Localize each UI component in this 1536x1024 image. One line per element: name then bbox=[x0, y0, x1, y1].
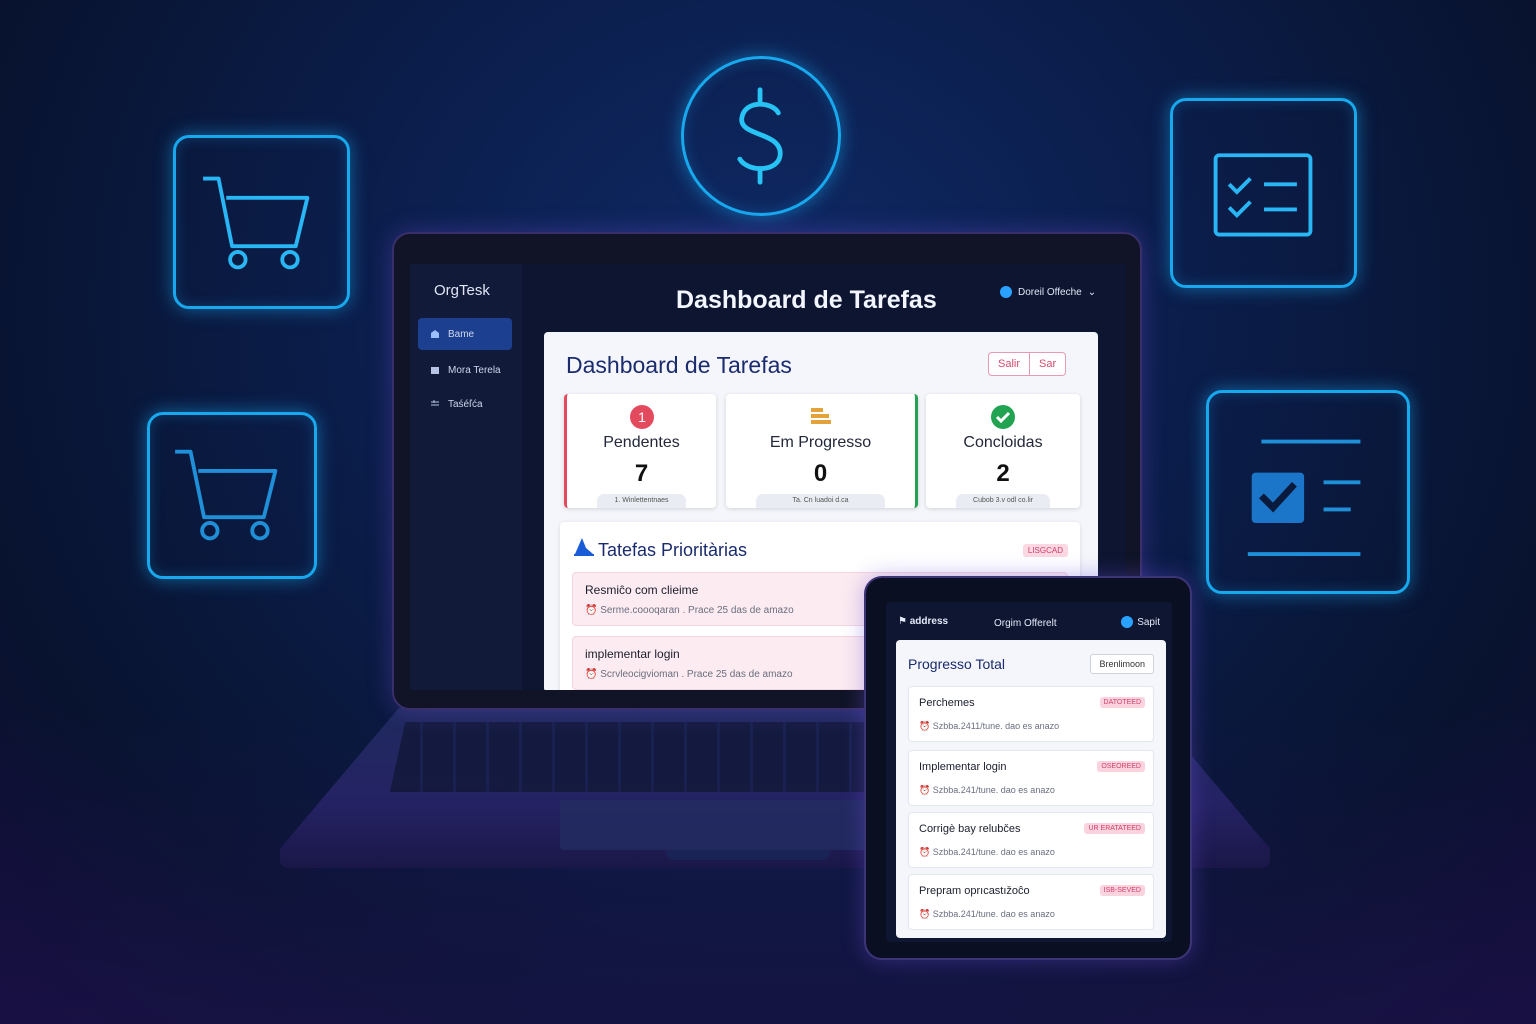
stat-label: Em Progresso bbox=[769, 434, 872, 451]
stat-footnote: Cubob 3.v odl co.lir bbox=[956, 494, 1050, 508]
task-meta: ⏰ Szbba.2411/tune. dao es anazo bbox=[919, 721, 1059, 732]
sidebar-item-label: Taśéľća bbox=[448, 398, 483, 410]
task-meta-text: Szbba.241/tune. dao es anazo bbox=[932, 847, 1055, 857]
list-item[interactable]: Prepram oprıcastıžoĉo ISB-SEVED ⏰ Szbba.… bbox=[908, 874, 1154, 930]
user-menu[interactable]: Doreil Offeche ⌄ bbox=[1000, 286, 1096, 298]
stat-card-in-progress[interactable]: Em Progresso 0 Ta. Cn luadoi d.ca bbox=[726, 394, 918, 508]
stack-icon bbox=[808, 404, 834, 430]
checkbox-icon bbox=[1206, 390, 1410, 594]
task-meta: ⏰ Szbba.241/tune. dao es anazo bbox=[919, 785, 1055, 796]
status-badge: ISB-SEVED bbox=[1099, 885, 1145, 896]
task-meta-text: Szbba.241/tune. dao es anazo bbox=[932, 909, 1055, 919]
stat-footnote: Ta. Cn luadoi d.ca bbox=[756, 494, 885, 508]
clock-icon: ⏰ bbox=[919, 847, 931, 857]
task-title: Prepram oprıcastıžoĉo bbox=[919, 885, 1030, 897]
sidebar-item-new-task[interactable]: Mora Terela bbox=[418, 354, 512, 386]
sidebar-item-tasks[interactable]: Taśéľća bbox=[418, 388, 512, 420]
progress-title: Progresso Total bbox=[908, 656, 1006, 672]
stat-label: Concloidas bbox=[963, 434, 1043, 451]
shopping-cart-icon bbox=[173, 135, 350, 309]
status-badge: OSEOREED bbox=[1097, 761, 1145, 772]
task-title: Resmiĉo com clieime bbox=[585, 583, 699, 597]
alert-number-icon: 1 bbox=[629, 404, 655, 430]
laptop-notch bbox=[666, 850, 830, 860]
task-meta-text: Szbba.241/tune. dao es anazo bbox=[932, 785, 1055, 795]
folder-icon bbox=[430, 365, 440, 375]
task-meta: ⏰ Scrvleocigvioman . Prace 25 das de ama… bbox=[585, 669, 793, 680]
stat-card-pending[interactable]: 1 Pendentes 7 1. Winlettentnaes bbox=[564, 394, 716, 508]
stat-value: 0 bbox=[813, 460, 828, 487]
list-icon bbox=[430, 399, 440, 409]
task-meta-text: Serme.coooqaran . Prace 25 das de amazo bbox=[600, 605, 794, 616]
checklist-icon bbox=[1170, 98, 1357, 288]
task-meta: ⏰ Szbba.241/tune. dao es anazo bbox=[919, 909, 1055, 920]
status-badge: UR ERATATEED bbox=[1084, 823, 1145, 834]
status-badge: LISGCAD bbox=[1022, 544, 1068, 557]
priority-icon bbox=[572, 534, 596, 558]
stat-card-completed[interactable]: Concloidas 2 Cubob 3.v odl co.lir bbox=[926, 394, 1080, 508]
brand-logo[interactable]: OrgTesk bbox=[434, 282, 490, 299]
exit-button[interactable]: Salir bbox=[988, 352, 1031, 376]
clock-icon: ⏰ bbox=[919, 909, 931, 919]
clock-icon: ⏰ bbox=[585, 605, 598, 616]
svg-text:1: 1 bbox=[638, 409, 646, 425]
tablet-user-label: Sapit bbox=[1137, 616, 1160, 628]
tablet-user[interactable]: Sapit bbox=[1121, 616, 1160, 628]
page-title: Dashboard de Tarefas bbox=[676, 286, 937, 314]
shopping-cart-icon bbox=[147, 412, 317, 579]
stat-value: 2 bbox=[996, 460, 1010, 487]
task-meta: ⏰ Serme.coooqaran . Prace 25 das de amaz… bbox=[585, 605, 794, 616]
task-title: Perchemes bbox=[919, 697, 975, 709]
secondary-button[interactable]: Sar bbox=[1030, 352, 1067, 376]
sidebar: OrgTesk Bame Mora Terela Taśéľća bbox=[410, 264, 522, 690]
task-meta-text: Szbba.2411/tune. dao es anazo bbox=[932, 721, 1060, 731]
user-name: Doreil Offeche bbox=[1018, 286, 1082, 298]
tablet-header: ⚑ address Orgim Offerelt Sapit bbox=[898, 614, 1160, 634]
list-item[interactable]: Corrigè bay relubčes UR ERATATEED ⏰ Szbb… bbox=[908, 812, 1154, 868]
tablet-device: ⚑ address Orgim Offerelt Sapit Progresso… bbox=[864, 576, 1192, 960]
flag-icon: ⚑ bbox=[898, 616, 907, 627]
list-item[interactable]: Perchemes DATOTEED ⏰ Szbba.2411/tune. da… bbox=[908, 686, 1154, 742]
task-meta-text: Scrvleocigvioman . Prace 25 das de amazo bbox=[600, 669, 793, 680]
panel-title: Dashboard de Tarefas bbox=[566, 352, 792, 378]
task-title: Corrigè bay relubčes bbox=[919, 823, 1021, 835]
stat-value: 7 bbox=[634, 460, 649, 487]
clock-icon: ⏰ bbox=[919, 721, 931, 731]
status-badge: DATOTEED bbox=[1099, 697, 1145, 708]
tablet-brand-label: address bbox=[909, 616, 949, 627]
sidebar-item-label: Mora Terela bbox=[448, 364, 501, 376]
sidebar-item-label: Bame bbox=[448, 328, 475, 340]
home-icon bbox=[430, 329, 440, 339]
clock-icon: ⏰ bbox=[919, 785, 931, 795]
dollar-icon bbox=[681, 56, 841, 216]
header-button-group: Salir Sar bbox=[988, 352, 1067, 376]
priority-title: Tatefas Prioritàrias bbox=[598, 540, 748, 560]
stat-footnote: 1. Winlettentnaes bbox=[597, 494, 686, 508]
tablet-title: Orgim Offerelt bbox=[994, 618, 1057, 629]
task-title: Implementar login bbox=[919, 761, 1007, 773]
chevron-down-icon: ⌄ bbox=[1087, 286, 1097, 298]
clock-icon: ⏰ bbox=[585, 669, 598, 680]
task-meta: ⏰ Szbba.241/tune. dao es anazo bbox=[919, 847, 1055, 858]
check-circle-icon bbox=[990, 404, 1016, 430]
tablet-panel: Progresso Total Brenlimoon Perchemes DAT… bbox=[896, 640, 1166, 938]
stat-label: Pendentes bbox=[603, 434, 680, 451]
avatar bbox=[1000, 286, 1012, 298]
tablet-brand[interactable]: ⚑ address bbox=[898, 616, 948, 627]
tablet-screen: ⚑ address Orgim Offerelt Sapit Progresso… bbox=[886, 602, 1172, 942]
list-item[interactable]: Implementar login OSEOREED ⏰ Szbba.241/t… bbox=[908, 750, 1154, 806]
sidebar-item-home[interactable]: Bame bbox=[418, 318, 512, 350]
avatar bbox=[1121, 616, 1134, 628]
panel-button[interactable]: Brenlimoon bbox=[1090, 654, 1154, 674]
task-title: implementar login bbox=[585, 647, 680, 661]
